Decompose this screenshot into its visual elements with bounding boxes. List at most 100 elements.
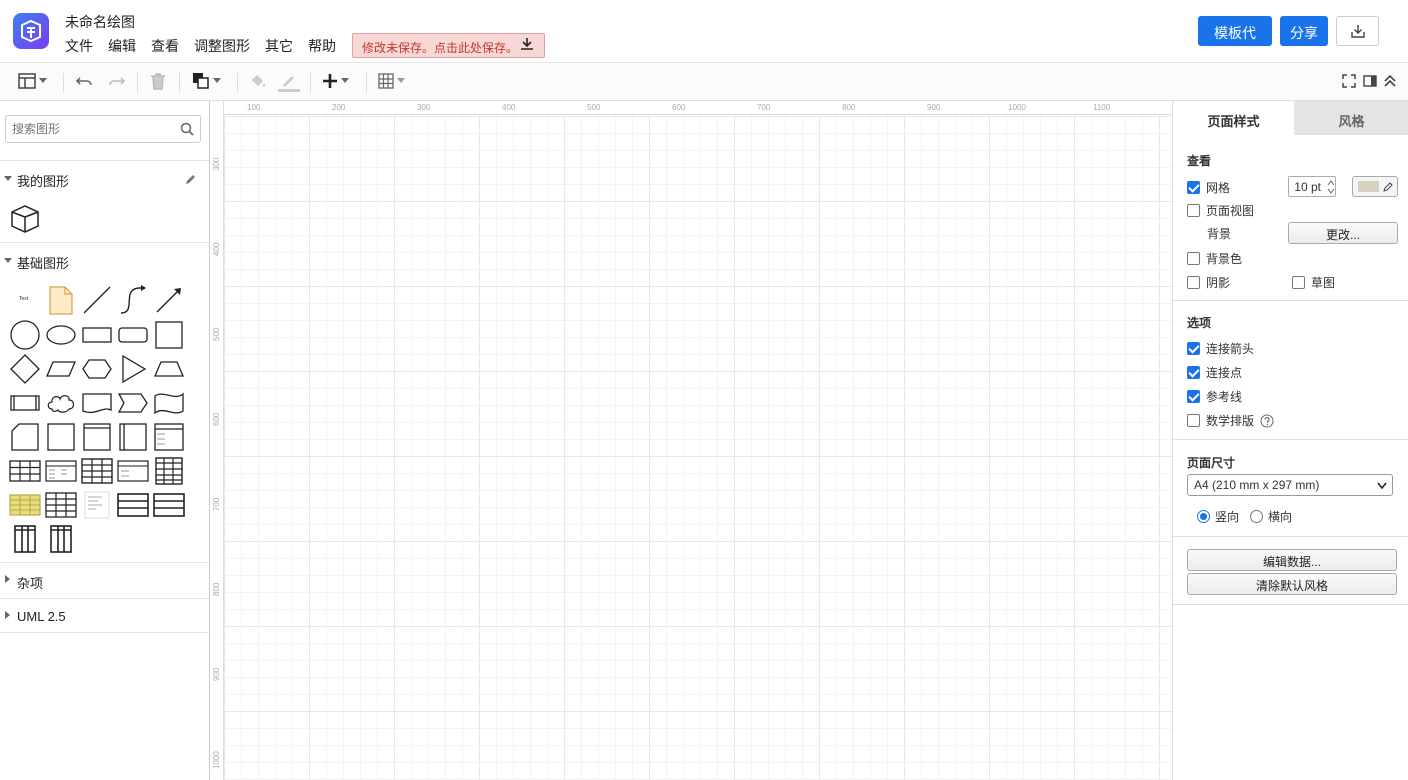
page-view-checkbox[interactable] [1187,204,1200,217]
shape-square[interactable] [153,319,185,351]
shape-cloud[interactable] [45,387,77,419]
insert-button[interactable] [322,72,349,92]
shape-tape[interactable] [153,387,185,419]
shape-trapezoid[interactable] [153,353,185,385]
shape-curve[interactable] [117,284,149,316]
shape-table-dense[interactable] [153,455,185,487]
search-input[interactable] [6,116,176,142]
shape-line[interactable] [81,284,113,316]
sketch-row: 草图 [1292,274,1335,291]
grid-row: 网格 [1187,179,1230,196]
document-title[interactable]: 未命名绘图 [65,12,135,32]
section-misc[interactable]: 杂项 [0,562,209,597]
menu-help[interactable]: 帮助 [308,36,336,56]
grid-color-button[interactable] [1352,176,1398,197]
search-icon[interactable] [180,122,194,136]
portrait-radio[interactable] [1197,510,1210,523]
toggle-panel-button[interactable] [1363,72,1377,92]
shape-ellipse[interactable] [45,319,77,351]
shape-diamond[interactable] [9,353,41,385]
section-basic-shapes[interactable]: 基础图形 [0,242,209,277]
edit-data-button[interactable]: 编辑数据... [1187,549,1397,571]
guides-row: 参考线 [1187,388,1242,405]
format-panel-toggle-button[interactable] [18,72,47,92]
change-background-button[interactable]: 更改... [1288,222,1398,244]
shape-circle[interactable] [9,319,41,351]
shape-cube[interactable] [9,203,41,235]
export-button[interactable] [1336,16,1379,46]
shape-list[interactable] [153,421,185,453]
menu-edit[interactable]: 编辑 [108,36,136,56]
clear-default-style-button[interactable]: 清除默认风格 [1187,573,1397,595]
menu-view[interactable]: 查看 [151,36,179,56]
page-size-select[interactable]: A4 (210 mm x 297 mm) [1187,474,1393,496]
connection-points-checkbox[interactable] [1187,366,1200,379]
shape-swimlane-horizontal[interactable] [81,421,113,453]
delete-button[interactable] [150,72,166,92]
shape-swimlane-vertical[interactable] [117,421,149,453]
share-button[interactable]: 分享 [1280,16,1328,46]
shape-note[interactable] [45,284,77,316]
spinner-icon[interactable] [1326,177,1336,197]
tab-page-style[interactable]: 页面样式 [1173,101,1294,135]
shape-text[interactable]: Text [9,284,41,316]
collapse-button[interactable] [1383,72,1397,92]
shape-table-header[interactable] [45,455,77,487]
help-icon[interactable] [1260,414,1274,428]
redo-button[interactable] [107,72,126,92]
shape-arrow[interactable] [153,284,185,316]
fullscreen-button[interactable] [1342,72,1356,92]
template-code-button[interactable]: 模板代码 [1198,16,1272,61]
fill-color-button[interactable] [249,72,267,92]
guides-checkbox[interactable] [1187,390,1200,403]
shape-page-document[interactable] [81,489,113,521]
shape-rounded-rectangle[interactable] [117,319,149,351]
section-label: UML 2.5 [17,609,66,624]
shape-hexagon[interactable] [81,353,113,385]
shape-columns-table[interactable] [9,523,41,555]
vertical-ruler: 300 400 500 600 700 800 900 1000 [210,101,224,780]
undo-button[interactable] [75,72,94,92]
to-front-button[interactable] [192,72,221,92]
math-checkbox[interactable] [1187,414,1200,427]
connection-arrows-checkbox[interactable] [1187,342,1200,355]
shape-document[interactable] [81,387,113,419]
shape-card[interactable] [9,421,41,453]
shape-columns-table-2[interactable] [45,523,77,555]
shape-rows-table-2[interactable] [153,489,185,521]
shape-step[interactable] [117,387,149,419]
sketch-checkbox[interactable] [1292,276,1305,289]
menu-file[interactable]: 文件 [65,36,93,56]
tab-style[interactable]: 风格 [1294,101,1408,135]
menu-extras[interactable]: 其它 [265,36,293,56]
double-chevron-up-icon [1384,74,1396,87]
section-uml[interactable]: UML 2.5 [0,598,209,633]
shadow-checkbox[interactable] [1187,276,1200,289]
shape-container[interactable] [45,421,77,453]
shape-process[interactable] [9,387,41,419]
shape-table-grid[interactable] [9,455,41,487]
options-title: 选项 [1187,316,1212,330]
sketch-label: 草图 [1311,276,1336,290]
shape-table-bold[interactable] [81,455,113,487]
shape-rows-table[interactable] [117,489,149,521]
section-my-shapes[interactable]: 我的图形 [0,160,209,195]
portrait-label: 竖向 [1215,510,1240,524]
drawing-canvas[interactable]: 100 200 300 400 500 600 700 800 900 1000… [210,101,1172,780]
landscape-radio[interactable] [1250,510,1263,523]
shape-parallelogram[interactable] [45,353,77,385]
edit-pencil-icon[interactable] [185,173,197,185]
menu-arrange[interactable]: 调整图形 [194,36,250,56]
shape-rectangle[interactable] [81,319,113,351]
portrait-row: 竖向 [1197,508,1239,525]
shape-table-gold[interactable] [9,489,41,521]
shape-table-titled[interactable] [117,455,149,487]
table-button[interactable] [378,72,405,92]
shape-table-plain[interactable] [45,489,77,521]
shape-triangle[interactable] [117,353,149,385]
background-color-checkbox[interactable] [1187,252,1200,265]
line-color-button[interactable] [278,72,300,92]
view-title: 查看 [1187,154,1212,168]
grid-checkbox[interactable] [1187,181,1200,194]
unsaved-changes-button[interactable]: 修改未保存。点击此处保存。 [352,33,545,58]
